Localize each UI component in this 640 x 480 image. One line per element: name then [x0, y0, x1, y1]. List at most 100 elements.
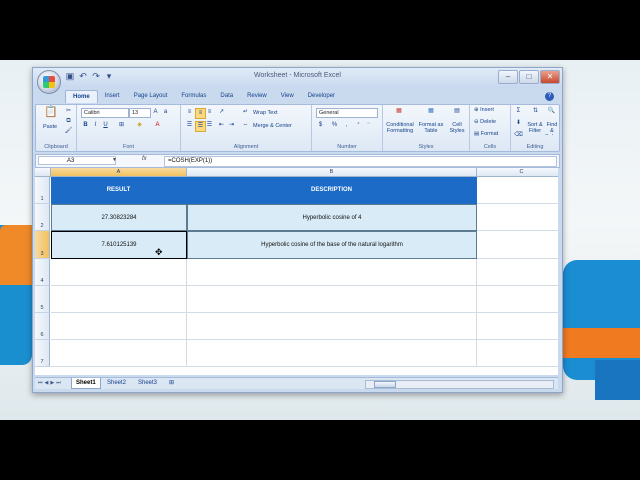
decrease-indent-icon[interactable]: ⇤ [217, 121, 226, 130]
number-format-select[interactable]: General [316, 108, 378, 118]
prev-sheet-icon[interactable]: ◀ [45, 380, 49, 386]
name-box[interactable]: A3 [38, 156, 116, 165]
help-icon[interactable]: ? [545, 92, 554, 101]
column-header-a[interactable]: A [51, 168, 187, 177]
find-select-button[interactable]: Find & Select [545, 122, 559, 135]
column-header-c[interactable]: C [477, 168, 558, 177]
align-top-icon[interactable]: ≡ [185, 108, 194, 117]
copy-icon[interactable]: ⧉ [64, 117, 73, 126]
delete-cells-button[interactable]: ⊖ Delete [474, 119, 496, 125]
decrease-decimal-icon[interactable]: ⁻ [364, 121, 373, 130]
sheet-tab-sheet1[interactable]: Sheet1 [71, 378, 101, 389]
align-left-icon[interactable]: ☰ [185, 121, 194, 130]
cell-a3[interactable]: 7.610125139 [51, 231, 187, 259]
tab-formulas[interactable]: Formulas [174, 90, 213, 103]
cell-a2[interactable]: 27.30823284 [51, 204, 187, 231]
format-as-table-icon[interactable]: ▦ [425, 107, 437, 119]
row-header-4[interactable]: 4 [35, 259, 50, 286]
underline-button[interactable]: U [101, 121, 110, 130]
cell-c3[interactable] [477, 231, 558, 259]
cell-b3[interactable]: Hyperbolic cosine of the base of the nat… [187, 231, 477, 259]
cell-styles-icon[interactable]: ▤ [451, 107, 463, 119]
column-header-b[interactable]: B [187, 168, 477, 177]
merge-center-button[interactable]: Merge & Center [253, 123, 292, 129]
align-bottom-icon[interactable]: ≡ [205, 108, 214, 117]
paste-icon[interactable]: 📋 [44, 107, 58, 122]
cell-styles-button[interactable]: Cell Styles [447, 122, 467, 134]
minimize-button[interactable]: – [498, 70, 518, 84]
sheet-tab-sheet3[interactable]: Sheet3 [134, 378, 161, 388]
conditional-formatting-icon[interactable]: ▦ [393, 107, 405, 119]
currency-button[interactable]: $ [316, 121, 325, 130]
italic-button[interactable]: I [91, 121, 100, 130]
cell-c6[interactable] [477, 313, 558, 340]
cell-b7[interactable] [187, 340, 477, 367]
font-color-icon[interactable]: A [153, 121, 162, 130]
tab-data[interactable]: Data [213, 90, 240, 103]
merge-center-icon[interactable]: ⇔ [241, 121, 250, 130]
tab-view[interactable]: View [274, 90, 301, 103]
close-button[interactable]: ✕ [540, 70, 560, 84]
cell-b4[interactable] [187, 259, 477, 286]
cell-b2[interactable]: Hyperbolic cosine of 4 [187, 204, 477, 231]
shrink-font-icon[interactable]: a [161, 108, 170, 117]
worksheet-grid[interactable]: A B C 1 2 3 4 5 6 7 RESULT DESCRIPTION 2… [35, 168, 558, 375]
cell-b5[interactable] [187, 286, 477, 313]
bold-button[interactable]: B [81, 121, 90, 130]
cell-a7[interactable] [51, 340, 187, 367]
wrap-text-icon[interactable]: ↵ [241, 108, 250, 117]
format-painter-icon[interactable]: 🖌 [64, 127, 73, 136]
align-right-icon[interactable]: ☰ [205, 121, 214, 130]
format-cells-button[interactable]: ▤ Format [474, 131, 498, 137]
increase-indent-icon[interactable]: ⇥ [227, 121, 236, 130]
insert-sheet-icon[interactable]: ⊞ [165, 378, 178, 388]
cell-c1[interactable] [477, 177, 558, 204]
cell-c4[interactable] [477, 259, 558, 286]
paste-button[interactable]: Paste [43, 124, 57, 130]
fill-color-icon[interactable]: ◈ [135, 121, 144, 130]
maximize-button[interactable]: □ [519, 70, 539, 84]
cell-a6[interactable] [51, 313, 187, 340]
borders-icon[interactable]: ⊞ [117, 121, 126, 130]
last-sheet-icon[interactable]: ⏭ [56, 380, 61, 386]
font-name-select[interactable]: Calibri [81, 108, 129, 118]
comma-button[interactable]: , [342, 121, 351, 130]
tab-review[interactable]: Review [240, 90, 274, 103]
office-button[interactable] [37, 70, 61, 94]
horizontal-scrollbar[interactable] [365, 380, 554, 389]
cell-b6[interactable] [187, 313, 477, 340]
formula-input[interactable]: =COSH(EXP(1)) [164, 156, 557, 167]
wrap-text-button[interactable]: Wrap Text [253, 110, 278, 116]
tab-developer[interactable]: Developer [301, 90, 342, 103]
first-sheet-icon[interactable]: ⏮ [38, 380, 43, 386]
cell-c7[interactable] [477, 340, 558, 367]
cell-c2[interactable] [477, 204, 558, 231]
chevron-down-icon[interactable]: ▼ [112, 157, 117, 163]
grow-font-icon[interactable]: A [151, 108, 160, 117]
cell-c5[interactable] [477, 286, 558, 313]
format-as-table-button[interactable]: Format as Table [417, 122, 445, 134]
sheet-tab-sheet2[interactable]: Sheet2 [103, 378, 130, 388]
cell-a1[interactable]: RESULT [51, 177, 187, 204]
sort-filter-icon[interactable]: ⇅ [530, 107, 541, 118]
row-header-3[interactable]: 3 [35, 231, 50, 259]
fill-icon[interactable]: ⬇ [514, 119, 523, 128]
cell-a4[interactable] [51, 259, 187, 286]
clear-icon[interactable]: ⌫ [514, 131, 523, 140]
cut-icon[interactable]: ✂ [64, 107, 73, 116]
sort-filter-button[interactable]: Sort & Filter [526, 122, 544, 135]
orientation-icon[interactable]: ↗ [217, 108, 226, 117]
select-all-button[interactable] [35, 168, 51, 177]
autosum-button[interactable]: Σ [514, 107, 523, 116]
scrollbar-thumb[interactable] [374, 381, 396, 388]
find-select-icon[interactable]: 🔍 [546, 107, 557, 118]
font-size-select[interactable]: 13 [129, 108, 151, 118]
insert-function-button[interactable]: fx [142, 156, 147, 162]
row-header-5[interactable]: 5 [35, 286, 50, 313]
tab-home[interactable]: Home [65, 90, 98, 103]
cell-a5[interactable] [51, 286, 187, 313]
conditional-formatting-button[interactable]: Conditional Formatting [385, 122, 415, 134]
tab-insert[interactable]: Insert [98, 90, 127, 103]
row-header-6[interactable]: 6 [35, 313, 50, 340]
next-sheet-icon[interactable]: ▶ [50, 380, 54, 386]
